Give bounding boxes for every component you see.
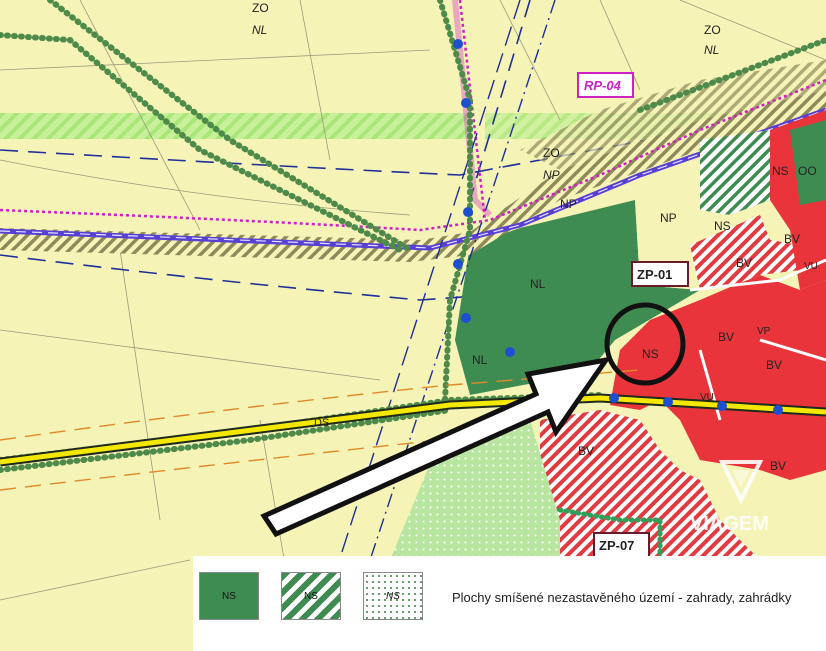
zone-label: NS bbox=[772, 164, 789, 178]
zone-label: NS bbox=[642, 347, 659, 361]
zone-label: ZO bbox=[252, 1, 269, 15]
zone-label: BV bbox=[784, 232, 800, 246]
zone-label: BV bbox=[578, 444, 594, 458]
zone-label: NP bbox=[660, 211, 677, 225]
zone-label: DS bbox=[314, 417, 329, 429]
zone-label: BV bbox=[766, 358, 782, 372]
ns-hatched bbox=[700, 130, 770, 215]
zone-label: NL bbox=[530, 277, 546, 291]
zone-label: NL bbox=[252, 23, 267, 37]
greenway-strip bbox=[0, 113, 470, 139]
zone-label: BV bbox=[770, 459, 786, 473]
zone-label: NL bbox=[704, 43, 719, 57]
zone-label: NP bbox=[560, 197, 577, 211]
zone-label: NS bbox=[714, 219, 731, 233]
zone-label: OO bbox=[798, 164, 817, 178]
svg-text:VIAGEM: VIAGEM bbox=[690, 513, 769, 535]
svg-text:ZP-07: ZP-07 bbox=[599, 538, 634, 553]
map-legend: NS NS NS Plochy smíšené nezastavěného úz… bbox=[193, 556, 826, 651]
legend-swatch-ns-solid: NS bbox=[199, 572, 259, 620]
legend-swatch-ns-dotted: NS bbox=[363, 572, 423, 620]
zone-label: VU bbox=[804, 261, 818, 272]
zone-label: BV bbox=[736, 256, 752, 270]
zone-label: NP bbox=[543, 168, 560, 182]
zone-label: ZO bbox=[543, 146, 560, 160]
svg-text:RP-04: RP-04 bbox=[584, 78, 622, 93]
svg-text:ZP-01: ZP-01 bbox=[637, 267, 672, 282]
zone-label: NL bbox=[472, 353, 488, 367]
rp-04-tag: RP-04 bbox=[577, 72, 634, 98]
zone-label: ZO bbox=[704, 23, 721, 37]
legend-description: Plochy smíšené nezastavěného území - zah… bbox=[452, 590, 792, 605]
zone-label: VP bbox=[757, 326, 771, 337]
legend-swatch-ns-hatched: NS bbox=[281, 572, 341, 620]
zone-label: BV bbox=[718, 330, 734, 344]
zp-01-tag: ZP-01 bbox=[631, 261, 689, 287]
zp-07-tag: ZP-07 bbox=[593, 532, 650, 558]
zone-label: VU bbox=[700, 392, 714, 403]
land-use-map: ZO NL ZO NL ZO NP NP NP NS OO NS BV BV N… bbox=[0, 0, 826, 651]
